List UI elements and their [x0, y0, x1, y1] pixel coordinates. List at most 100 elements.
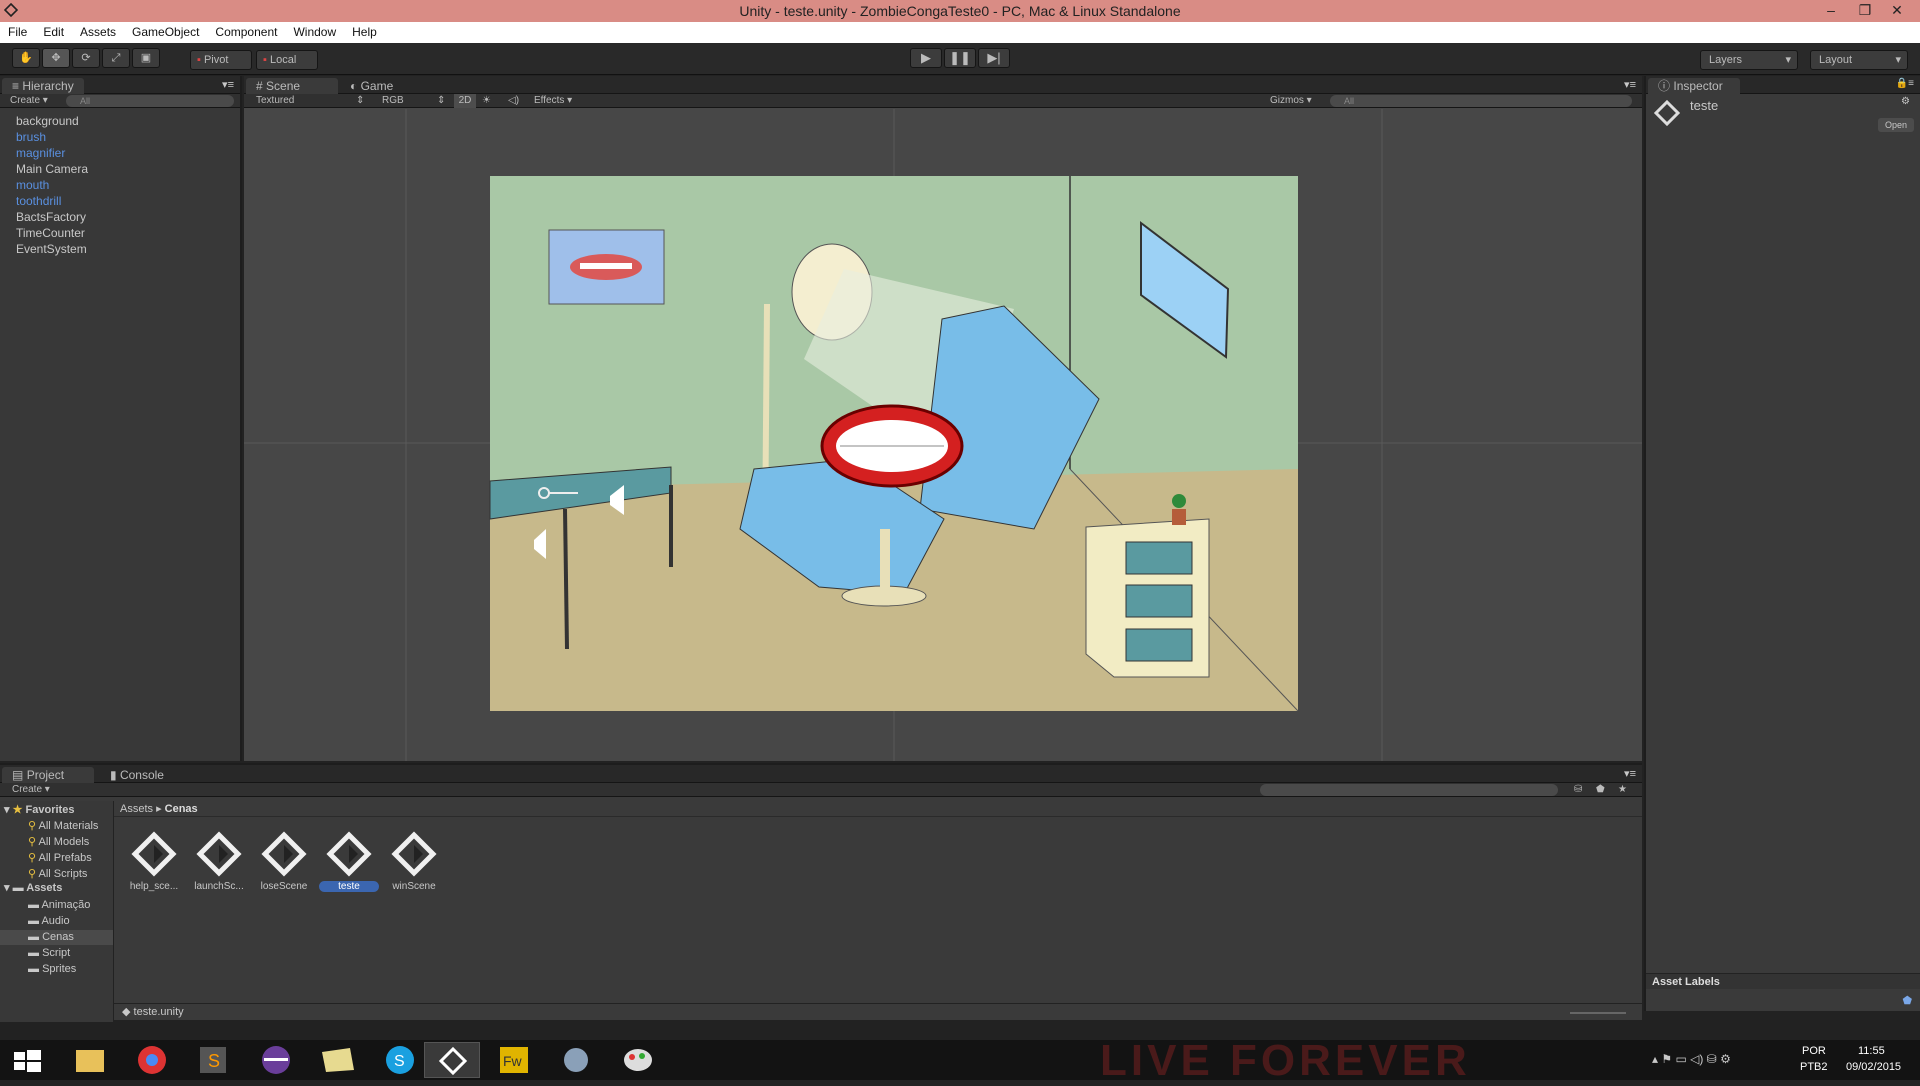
- asset-folder-item[interactable]: ▬ Script: [0, 946, 113, 961]
- menu-component[interactable]: Component: [207, 22, 285, 43]
- maximize-button[interactable]: ❐: [1850, 0, 1880, 22]
- effects-dropdown[interactable]: Effects ▾: [534, 94, 572, 108]
- hierarchy-item[interactable]: background: [0, 113, 240, 129]
- hierarchy-item[interactable]: EventSystem: [0, 241, 240, 257]
- favorites-item[interactable]: ⚲ All Models: [28, 835, 89, 850]
- panel-menu-icon[interactable]: ▾≡: [1624, 767, 1636, 780]
- hierarchy-item[interactable]: mouth: [0, 177, 240, 193]
- icon-size-slider[interactable]: [1570, 1012, 1626, 1014]
- menu-window[interactable]: Window: [285, 22, 344, 43]
- favorites-item[interactable]: ⚲ All Scripts: [28, 867, 87, 882]
- play-button[interactable]: ▶: [910, 48, 942, 68]
- step-button[interactable]: ▶|: [978, 48, 1010, 68]
- taskbar-paint[interactable]: [610, 1042, 666, 1078]
- taskbar-chrome[interactable]: [124, 1042, 180, 1078]
- panel-menu-icon[interactable]: ▾≡: [1624, 78, 1636, 91]
- filter-label-icon[interactable]: ⬟: [1596, 783, 1605, 797]
- settings-icon[interactable]: ⚙: [1901, 96, 1910, 107]
- clock-date[interactable]: 09/02/2015: [1846, 1061, 1901, 1073]
- filter-type-icon[interactable]: ⛁: [1574, 783, 1582, 797]
- scene-viewport[interactable]: [244, 109, 1642, 761]
- local-toggle[interactable]: ▪ Local: [256, 50, 318, 70]
- hierarchy-item[interactable]: TimeCounter: [0, 225, 240, 241]
- taskbar-remote[interactable]: [548, 1042, 604, 1078]
- rect-tool-button[interactable]: ▣: [132, 48, 160, 68]
- breadcrumb-item[interactable]: Cenas: [165, 803, 198, 815]
- create-label: Create: [12, 784, 43, 795]
- asset-folder-item[interactable]: ▬ Cenas: [0, 930, 113, 945]
- hand-tool-button[interactable]: ✋: [12, 48, 40, 68]
- lock-icon[interactable]: 🔒≡: [1896, 78, 1914, 89]
- star-icon[interactable]: ★: [1618, 783, 1627, 797]
- hierarchy-item[interactable]: brush: [0, 129, 240, 145]
- asset-item[interactable]: teste: [319, 829, 379, 899]
- favorites-header[interactable]: ▾ ★ Favorites: [4, 803, 74, 818]
- asset-item[interactable]: launchSc...: [189, 829, 249, 899]
- close-button[interactable]: ✕: [1882, 0, 1912, 22]
- taskbar-unity[interactable]: [424, 1042, 480, 1078]
- taskbar-eclipse[interactable]: [248, 1042, 304, 1078]
- asset-item[interactable]: help_sce...: [124, 829, 184, 899]
- keyboard-layout[interactable]: PTB2: [1800, 1061, 1828, 1073]
- gizmos-dropdown[interactable]: Gizmos ▾: [1270, 94, 1312, 108]
- panel-menu-icon[interactable]: ▾≡: [222, 78, 234, 91]
- menu-assets[interactable]: Assets: [72, 22, 124, 43]
- tab-game[interactable]: ◐ Game: [340, 78, 403, 94]
- asset-folder-item[interactable]: ▬ Sprites: [0, 962, 113, 977]
- tab-scene[interactable]: # Scene: [246, 78, 338, 94]
- hierarchy-create-button[interactable]: Create ▾: [0, 95, 48, 106]
- hierarchy-item[interactable]: BactsFactory: [0, 209, 240, 225]
- breadcrumb-item[interactable]: Assets: [120, 803, 153, 815]
- audio-toggle[interactable]: ◁): [508, 94, 519, 108]
- taskbar-skype[interactable]: S: [372, 1042, 428, 1078]
- favorites-item[interactable]: ⚲ All Materials: [28, 819, 98, 834]
- assets-header[interactable]: ▾ ▬ Assets: [4, 881, 62, 896]
- asset-item[interactable]: winScene: [384, 829, 444, 899]
- render-mode-dropdown[interactable]: Textured: [256, 94, 294, 108]
- taskbar-files[interactable]: [310, 1042, 366, 1078]
- lighting-toggle[interactable]: ☀: [482, 94, 491, 108]
- scale-tool-button[interactable]: ⤢: [102, 48, 130, 68]
- tab-inspector[interactable]: ⓘ Inspector: [1648, 78, 1740, 94]
- scene-search-input[interactable]: All: [1330, 95, 1632, 107]
- layers-dropdown[interactable]: Layers ▾: [1700, 50, 1798, 70]
- favorites-item[interactable]: ⚲ All Prefabs: [28, 851, 92, 866]
- rotate-tool-button[interactable]: ⟳: [72, 48, 100, 68]
- tray-icons[interactable]: ▴ ⚑ ▭ ◁) ⛁ ⚙: [1652, 1052, 1731, 1066]
- tab-project[interactable]: ▤ Project: [2, 767, 94, 783]
- taskbar-sublime[interactable]: S: [186, 1042, 242, 1078]
- tag-icon[interactable]: ⬟: [1902, 994, 1912, 1007]
- asset-folder-item[interactable]: ▬ Audio: [0, 914, 113, 929]
- input-language[interactable]: POR: [1802, 1045, 1826, 1057]
- mode-2d-toggle[interactable]: 2D: [454, 94, 476, 108]
- hierarchy-item[interactable]: Main Camera: [0, 161, 240, 177]
- hierarchy-search-input[interactable]: All: [66, 95, 234, 107]
- pivot-toggle[interactable]: ▪ Pivot: [190, 50, 252, 70]
- color-mode-dropdown[interactable]: RGB: [382, 94, 404, 108]
- breadcrumb: Assets ▸ Cenas: [114, 801, 1642, 817]
- taskbar-fireworks[interactable]: Fw: [486, 1042, 542, 1078]
- menu-help[interactable]: Help: [344, 22, 385, 43]
- layout-dropdown[interactable]: Layout ▾: [1810, 50, 1908, 70]
- menu-edit[interactable]: Edit: [35, 22, 72, 43]
- windows-icon: [14, 1050, 41, 1072]
- start-button[interactable]: [0, 1042, 56, 1078]
- menu-gameobject[interactable]: GameObject: [124, 22, 207, 43]
- project-create-button[interactable]: Create ▾: [0, 784, 50, 795]
- open-button[interactable]: Open: [1878, 118, 1914, 132]
- hierarchy-item[interactable]: toothdrill: [0, 193, 240, 209]
- move-tool-button[interactable]: ✥: [42, 48, 70, 68]
- minimize-button[interactable]: –: [1816, 0, 1846, 22]
- menu-file[interactable]: File: [0, 22, 35, 43]
- mouth-sprite[interactable]: [820, 404, 964, 488]
- project-search-input[interactable]: [1260, 784, 1558, 796]
- asset-item[interactable]: loseScene: [254, 829, 314, 899]
- pause-button[interactable]: ❚❚: [944, 48, 976, 68]
- tab-console[interactable]: ▮ Console: [100, 767, 174, 783]
- hierarchy-item[interactable]: magnifier: [0, 145, 240, 161]
- folder-icon: ▤: [12, 768, 24, 782]
- taskbar-explorer[interactable]: [62, 1042, 118, 1078]
- clock-time[interactable]: 11:55: [1858, 1045, 1885, 1057]
- asset-folder-item[interactable]: ▬ Animação: [0, 898, 113, 913]
- tab-hierarchy[interactable]: ≡ Hierarchy: [2, 78, 84, 94]
